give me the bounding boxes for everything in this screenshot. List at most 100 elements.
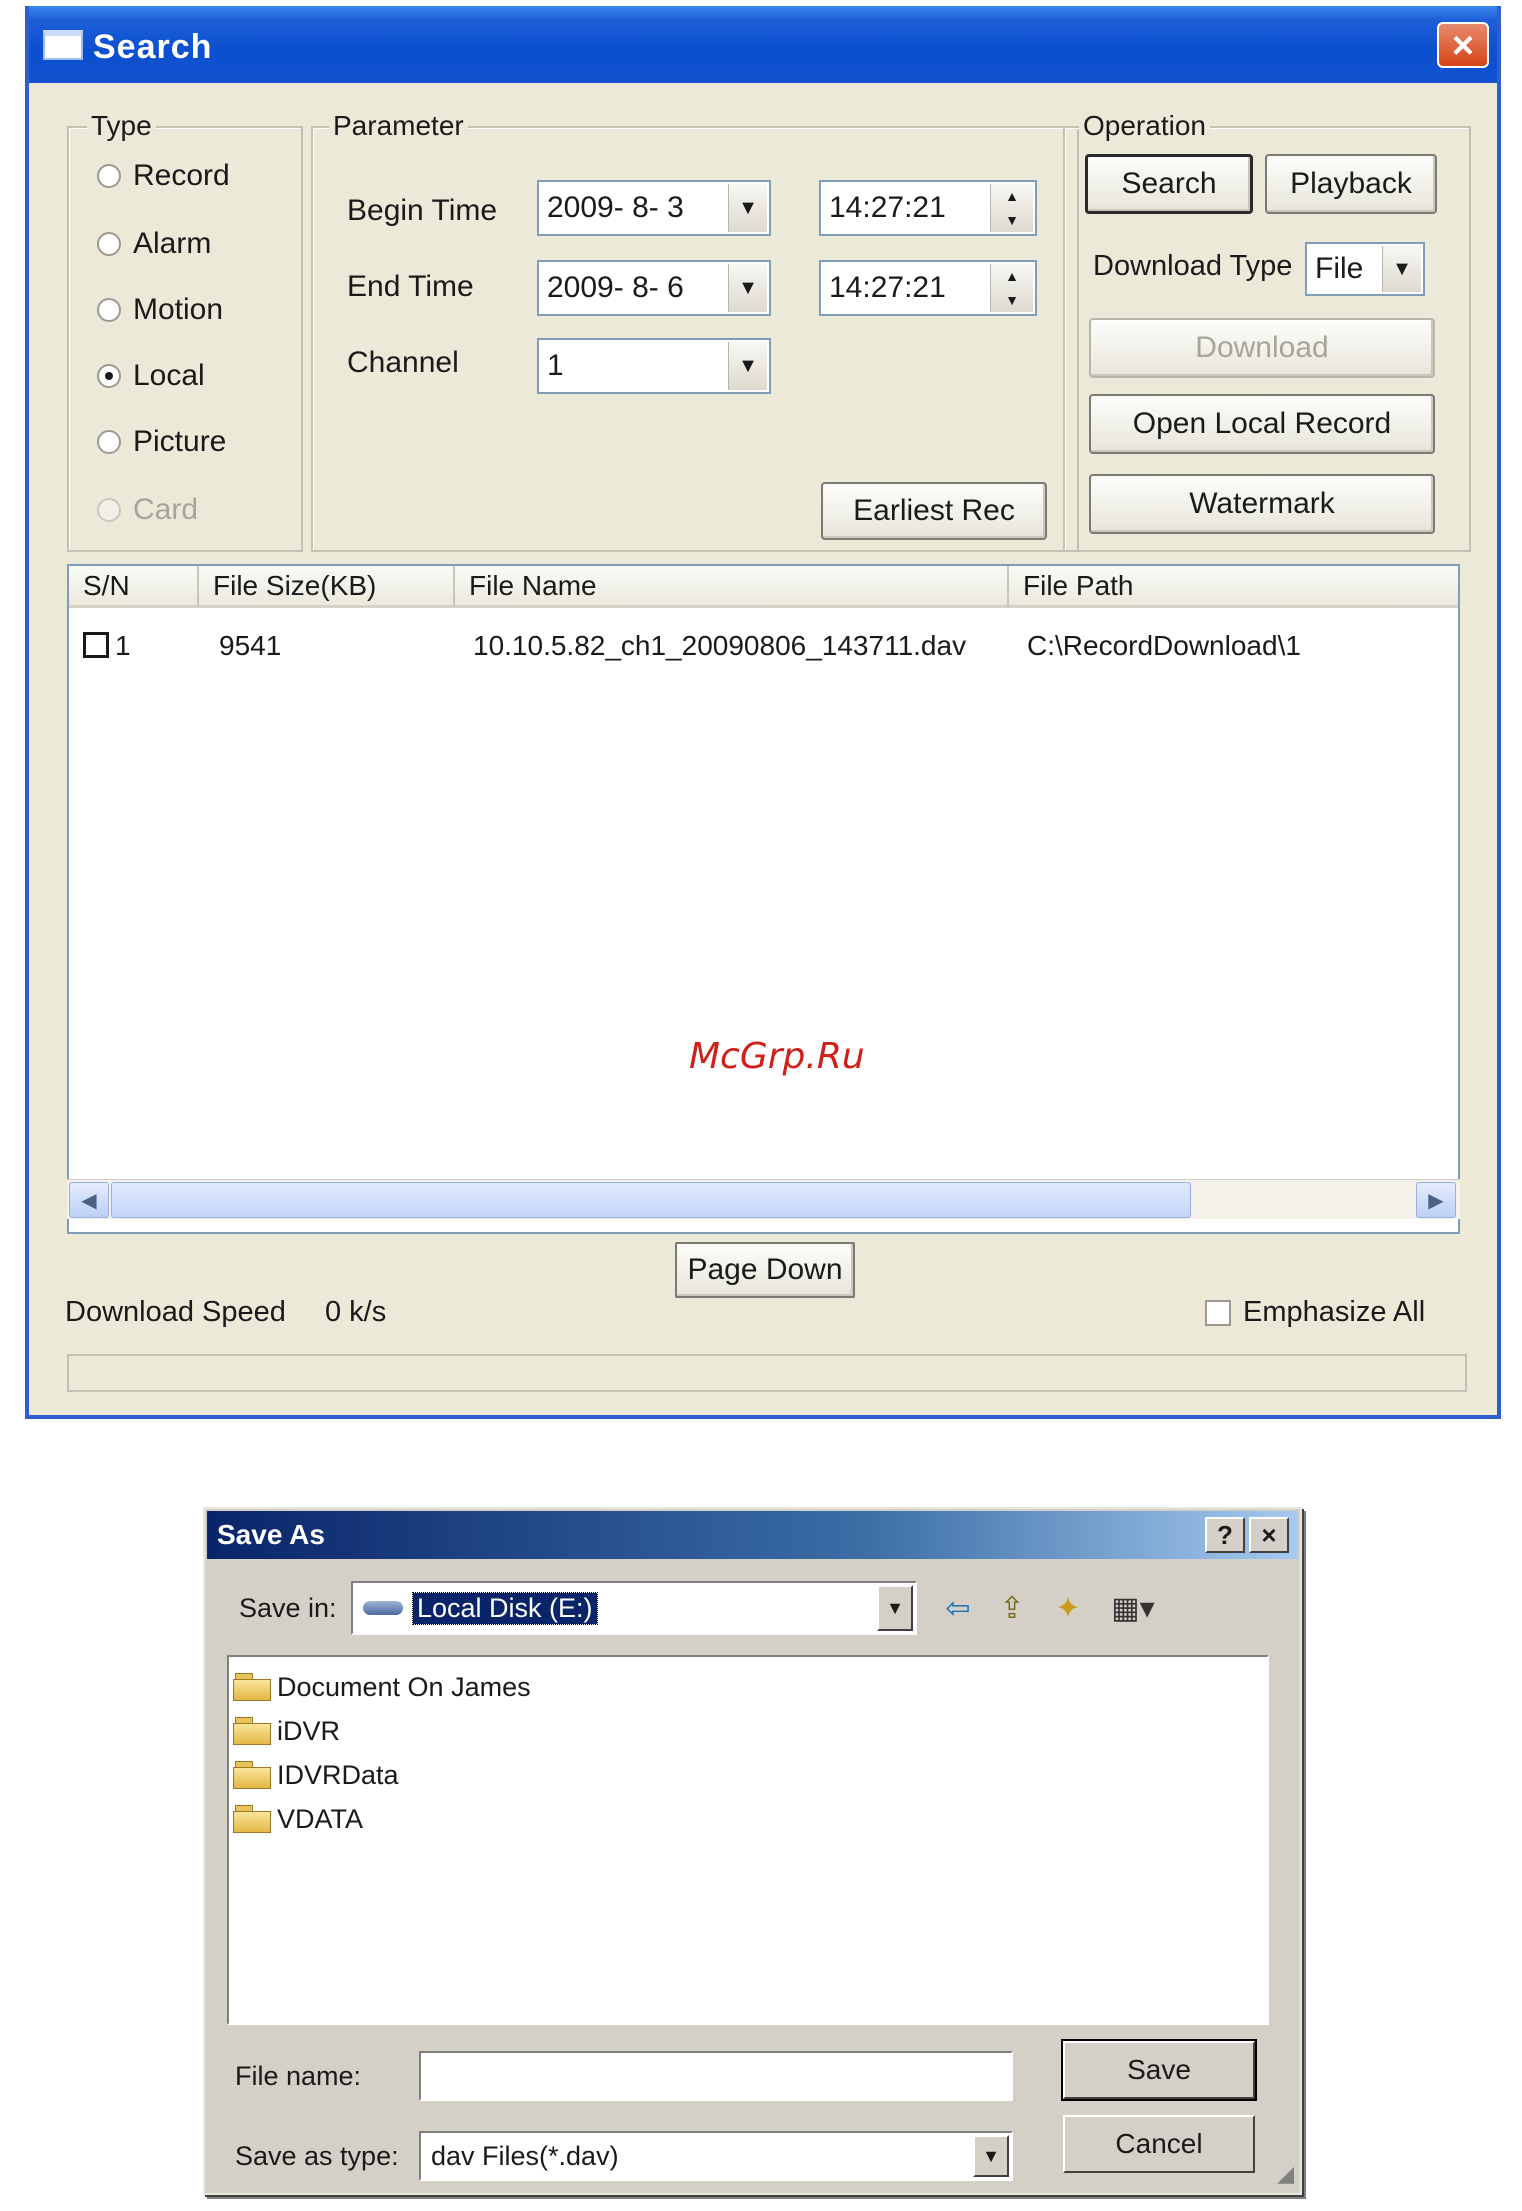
begin-time-value: 14:27:21 — [829, 191, 946, 224]
row-file-name: 10.10.5.82_ch1_20090806_143711.dav — [473, 630, 967, 661]
chevron-down-icon[interactable]: ▼ — [728, 184, 767, 232]
file-list[interactable]: S/N File Size(KB) File Name File Path 1 … — [67, 564, 1460, 1234]
scroll-thumb[interactable] — [111, 1182, 1191, 1218]
folder-icon — [233, 1673, 273, 1701]
download-speed-value: 0 k/s — [325, 1296, 387, 1328]
begin-date-combo[interactable]: 2009- 8- 3 ▼ — [537, 180, 771, 236]
download-type-label: Download Type — [1093, 250, 1293, 282]
back-icon[interactable]: ⇦ — [935, 1583, 981, 1633]
type-radio-option[interactable]: Record — [97, 156, 230, 196]
close-icon[interactable]: × — [1249, 1517, 1289, 1553]
new-folder-icon[interactable]: ✦ — [1043, 1583, 1093, 1633]
save-as-type-combo[interactable]: dav Files(*.dav) ▼ — [419, 2131, 1013, 2181]
parameter-group-label: Parameter — [329, 110, 468, 142]
cancel-button[interactable]: Cancel — [1063, 2115, 1255, 2173]
save-button[interactable]: Save — [1061, 2039, 1257, 2101]
download-type-combo[interactable]: File ▼ — [1305, 242, 1425, 296]
chevron-down-icon[interactable]: ▼ — [973, 2135, 1009, 2177]
chevron-down-icon[interactable]: ▼ — [1382, 246, 1421, 292]
file-name-label: File name: — [235, 2061, 362, 2091]
earliest-rec-button[interactable]: Earliest Rec — [821, 482, 1047, 540]
col-header-file-size[interactable]: File Size(KB) — [199, 566, 455, 608]
folder-icon — [233, 1717, 273, 1745]
col-header-file-name[interactable]: File Name — [455, 566, 1009, 608]
radio-button[interactable] — [97, 298, 121, 322]
operation-group-label: Operation — [1079, 110, 1210, 142]
file-name-input[interactable] — [419, 2051, 1013, 2101]
col-header-sn[interactable]: S/N — [69, 566, 199, 608]
watermark-button[interactable]: Watermark — [1089, 474, 1435, 534]
search-button[interactable]: Search — [1085, 154, 1253, 214]
end-time-value: 14:27:21 — [829, 271, 946, 304]
playback-button[interactable]: Playback — [1265, 154, 1437, 214]
radio-label: Alarm — [133, 227, 212, 260]
radio-button[interactable] — [97, 164, 121, 188]
dialog-title: Save As — [217, 1519, 325, 1550]
list-item[interactable]: IDVRData — [233, 1755, 399, 1795]
row-file-path: C:\RecordDownload\1 — [1027, 630, 1301, 661]
col-header-file-path[interactable]: File Path — [1009, 566, 1458, 608]
close-icon[interactable]: × — [1437, 22, 1489, 68]
radio-button — [97, 498, 121, 522]
drive-icon — [363, 1601, 403, 1615]
end-date-value: 2009- 8- 6 — [547, 271, 684, 304]
save-in-combo[interactable]: Local Disk (E:) ▼ — [351, 1581, 917, 1635]
open-local-record-button[interactable]: Open Local Record — [1089, 394, 1435, 454]
horizontal-scrollbar[interactable]: ◀ ▶ — [67, 1179, 1460, 1219]
checkbox-box[interactable] — [1205, 1299, 1231, 1326]
save-as-type-label: Save as type: — [235, 2141, 399, 2171]
radio-button[interactable] — [97, 430, 121, 454]
type-radio-option[interactable]: Motion — [97, 290, 223, 330]
save-in-label: Save in: — [239, 1593, 337, 1623]
save-in-value: Local Disk (E:) — [412, 1591, 598, 1625]
spin-arrows-icon[interactable]: ▲ ▼ — [990, 264, 1033, 312]
chevron-down-icon[interactable]: ▼ — [728, 342, 767, 390]
scroll-right-icon[interactable]: ▶ — [1416, 1182, 1456, 1218]
view-menu-icon[interactable]: ▦▾ — [1101, 1583, 1165, 1633]
emphasize-all-checkbox[interactable]: Emphasize All — [1205, 1296, 1425, 1329]
type-group-label: Type — [87, 110, 156, 142]
folder-list[interactable]: Document On James iDVR IDVRData VDATA — [227, 1655, 1269, 2025]
radio-label: Local — [133, 359, 205, 392]
radio-label: Record — [133, 159, 230, 192]
save-as-titlebar[interactable]: Save As ? × — [207, 1511, 1298, 1559]
chevron-down-icon[interactable]: ▼ — [877, 1585, 913, 1631]
emphasize-all-label: Emphasize All — [1243, 1296, 1426, 1328]
watermark-text: McGrp.Ru — [689, 1036, 865, 1077]
table-row[interactable]: 1 9541 10.10.5.82_ch1_20090806_143711.da… — [69, 626, 1458, 670]
end-date-combo[interactable]: 2009- 8- 6 ▼ — [537, 260, 771, 316]
row-file-size: 9541 — [219, 630, 282, 661]
radio-label: Picture — [133, 425, 227, 458]
channel-combo[interactable]: 1 ▼ — [537, 338, 771, 394]
end-time-label: End Time — [347, 270, 474, 303]
folder-icon — [233, 1805, 273, 1833]
end-time-spinner[interactable]: 14:27:21 ▲ ▼ — [819, 260, 1037, 316]
radio-button[interactable] — [97, 232, 121, 256]
type-radio-option[interactable]: Local — [97, 356, 205, 396]
page-down-button[interactable]: Page Down — [675, 1242, 855, 1298]
window-icon — [43, 30, 83, 60]
list-item[interactable]: VDATA — [233, 1799, 363, 1839]
list-item[interactable]: iDVR — [233, 1711, 340, 1751]
chevron-down-icon[interactable]: ▼ — [728, 264, 767, 312]
resize-grip-icon[interactable]: ◢ — [1277, 2161, 1294, 2187]
type-radio-option[interactable]: Alarm — [97, 224, 211, 264]
download-button[interactable]: Download — [1089, 318, 1435, 378]
radio-label: Motion — [133, 293, 224, 326]
search-titlebar[interactable]: Search × — [29, 6, 1497, 83]
scroll-left-icon[interactable]: ◀ — [69, 1182, 109, 1218]
radio-button[interactable] — [97, 364, 121, 388]
list-item[interactable]: Document On James — [233, 1667, 531, 1707]
begin-time-spinner[interactable]: 14:27:21 ▲ ▼ — [819, 180, 1037, 236]
folder-name: IDVRData — [277, 1759, 399, 1790]
spin-arrows-icon[interactable]: ▲ ▼ — [990, 184, 1033, 232]
row-checkbox[interactable] — [83, 632, 109, 658]
radio-label: Card — [133, 493, 199, 526]
folder-icon — [233, 1761, 273, 1789]
save-as-dialog: Save As ? × Save in: Local Disk (E:) ▼ ⇦… — [203, 1507, 1302, 2195]
folder-name: VDATA — [277, 1803, 364, 1834]
type-radio-option[interactable]: Picture — [97, 422, 226, 462]
begin-time-label: Begin Time — [347, 194, 498, 227]
up-folder-icon[interactable]: ⇪ — [989, 1583, 1035, 1633]
help-icon[interactable]: ? — [1205, 1517, 1245, 1553]
